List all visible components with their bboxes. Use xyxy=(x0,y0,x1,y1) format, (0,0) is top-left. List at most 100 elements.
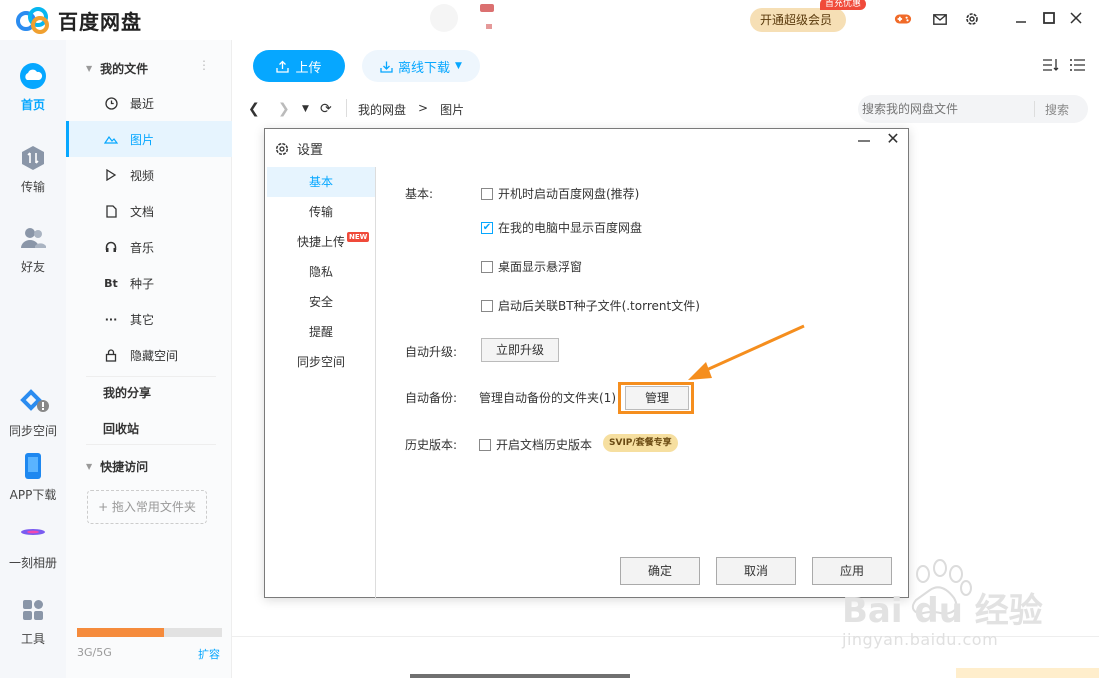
checkbox[interactable] xyxy=(479,438,491,451)
avatar[interactable] xyxy=(430,4,458,32)
tools-icon xyxy=(19,596,47,624)
option-label: 启动后关联BT种子文件(.torrent文件) xyxy=(498,299,700,313)
baidu-netdisk-window: 百度网盘 开通超级会员 首充优惠 首页 传输 好友 同步空间 APP下载 一刻相… xyxy=(0,0,1099,678)
search-button[interactable]: 搜索 xyxy=(1045,101,1069,118)
drop-folder-zone[interactable]: + 拖入常用文件夹 xyxy=(87,490,207,524)
left-nav-tools[interactable]: 工具 xyxy=(0,596,66,647)
minimize-icon[interactable] xyxy=(1013,10,1029,26)
refresh-icon[interactable]: ⟳ xyxy=(320,101,332,117)
tab-privacy[interactable]: 隐私 xyxy=(267,257,375,287)
vip-button[interactable]: 开通超级会员 xyxy=(750,8,847,32)
checkbox[interactable] xyxy=(481,187,493,200)
download-icon xyxy=(380,61,393,73)
checkbox-checked[interactable]: ✔ xyxy=(481,221,493,234)
divider xyxy=(346,99,347,117)
my-share-link[interactable]: 我的分享 xyxy=(103,384,151,401)
maximize-icon[interactable] xyxy=(1041,10,1057,26)
expand-storage-link[interactable]: 扩容 xyxy=(198,646,220,662)
sidebar-item-recent[interactable]: 最近 xyxy=(66,85,232,121)
option-autostart[interactable]: 开机时启动百度网盘(推荐) xyxy=(481,185,639,202)
ok-button[interactable]: 确定 xyxy=(620,557,700,585)
file-sidebar: ▼ 我的文件 ⋮ 最近 图片 视频 文档 音乐 Bt 种子 ··· 其它 隐藏空… xyxy=(66,40,232,678)
option-floating-window[interactable]: 桌面显示悬浮窗 xyxy=(481,258,582,275)
more-vertical-icon[interactable]: ⋮ xyxy=(198,58,210,72)
option-label: 开启文档历史版本 xyxy=(496,438,593,452)
dialog-close-icon[interactable]: ✕ xyxy=(885,131,901,147)
divider xyxy=(86,376,216,377)
friends-icon xyxy=(19,224,47,252)
search-box: 搜索 xyxy=(858,95,1088,123)
cloud-icon xyxy=(19,62,47,90)
game-icon[interactable] xyxy=(894,10,912,28)
sort-icon[interactable] xyxy=(1042,56,1060,74)
settings-gear-icon xyxy=(275,142,289,155)
search-input[interactable] xyxy=(862,95,1032,123)
tab-sync-space[interactable]: 同步空间 xyxy=(267,347,375,377)
option-history-version[interactable]: 开启文档历史版本 xyxy=(479,436,592,453)
checkbox[interactable] xyxy=(481,260,493,273)
tab-basic[interactable]: 基本 xyxy=(267,167,375,197)
quick-access-header[interactable]: ▼ 快捷访问 xyxy=(86,458,148,475)
left-nav-label: 首页 xyxy=(20,98,45,112)
headphones-icon xyxy=(104,240,118,254)
dialog-minimize-icon[interactable] xyxy=(857,133,871,147)
collapse-triangle-icon: ▼ xyxy=(86,462,93,471)
recycle-bin-link[interactable]: 回收站 xyxy=(103,420,139,437)
list-view-icon[interactable] xyxy=(1069,56,1087,74)
upload-button[interactable]: 上传 xyxy=(253,50,345,82)
forward-arrow-icon[interactable]: ❯ xyxy=(278,101,290,117)
divider xyxy=(1034,101,1035,117)
sidebar-item-documents[interactable]: 文档 xyxy=(66,193,232,229)
left-nav-app-download[interactable]: APP下载 xyxy=(0,452,66,503)
basic-label: 基本: xyxy=(405,187,434,201)
backup-description: 管理自动备份的文件夹(1) xyxy=(479,391,616,405)
new-badge: NEW xyxy=(347,232,370,242)
watermark-brand-text: Bai du 经验 xyxy=(842,591,1043,631)
sidebar-item-torrents[interactable]: Bt 种子 xyxy=(66,265,232,301)
option-associate-bt[interactable]: 启动后关联BT种子文件(.torrent文件) xyxy=(481,297,700,314)
tab-reminder[interactable]: 提醒 xyxy=(267,317,375,347)
sidebar-item-videos[interactable]: 视频 xyxy=(66,157,232,193)
auto-upgrade-label: 自动升级: xyxy=(405,345,458,359)
bt-icon: Bt xyxy=(104,276,118,290)
image-icon xyxy=(104,132,118,146)
left-nav-sync-space[interactable]: 同步空间 xyxy=(0,388,66,439)
breadcrumb-current: 图片 xyxy=(440,103,465,117)
taskbar-edge xyxy=(410,674,630,678)
sidebar-item-other[interactable]: ··· 其它 xyxy=(66,301,232,337)
close-icon[interactable] xyxy=(1068,10,1084,26)
chevron-down-icon: ▼ xyxy=(455,61,462,71)
album-icon xyxy=(19,520,47,548)
sidebar-item-label: 图片 xyxy=(130,132,155,147)
offline-download-button[interactable]: 离线下载 ▼ xyxy=(362,50,480,82)
settings-gear-icon[interactable] xyxy=(963,10,981,28)
my-share-label: 我的分享 xyxy=(103,386,152,400)
breadcrumb-root[interactable]: 我的网盘 xyxy=(358,101,406,118)
tab-quick-upload[interactable]: 快捷上传 NEW xyxy=(267,227,375,257)
left-nav-label: 传输 xyxy=(20,180,45,194)
upload-icon xyxy=(276,60,290,73)
upgrade-now-button[interactable]: 立即升级 xyxy=(481,338,559,362)
back-arrow-icon[interactable]: ❮ xyxy=(248,101,260,117)
mail-icon[interactable] xyxy=(931,10,949,28)
my-files-header[interactable]: ▼ 我的文件 xyxy=(86,60,148,77)
more-icon: ··· xyxy=(104,312,118,326)
option-show-in-my-computer[interactable]: ✔ 在我的电脑中显示百度网盘 xyxy=(481,219,642,236)
left-nav-transfer[interactable]: 传输 xyxy=(0,144,66,195)
sidebar-item-hidden-space[interactable]: 隐藏空间 xyxy=(66,337,232,373)
sidebar-item-music[interactable]: 音乐 xyxy=(66,229,232,265)
left-nav-friends[interactable]: 好友 xyxy=(0,224,66,275)
sidebar-item-images[interactable]: 图片 xyxy=(66,121,232,157)
app-logo: 百度网盘 xyxy=(16,6,142,35)
title-bar: 百度网盘 开通超级会员 首充优惠 xyxy=(0,0,1099,40)
cancel-button[interactable]: 取消 xyxy=(716,557,796,585)
notification-dot xyxy=(486,24,492,29)
left-nav-album[interactable]: 一刻相册 xyxy=(0,520,66,571)
sidebar-item-label: 文档 xyxy=(130,204,155,219)
tab-security[interactable]: 安全 xyxy=(267,287,375,317)
history-dropdown-icon[interactable]: ▼ xyxy=(302,104,309,114)
recycle-bin-label: 回收站 xyxy=(103,422,140,436)
checkbox[interactable] xyxy=(481,299,493,312)
tab-transfer[interactable]: 传输 xyxy=(267,197,375,227)
left-nav-home[interactable]: 首页 xyxy=(0,62,66,113)
